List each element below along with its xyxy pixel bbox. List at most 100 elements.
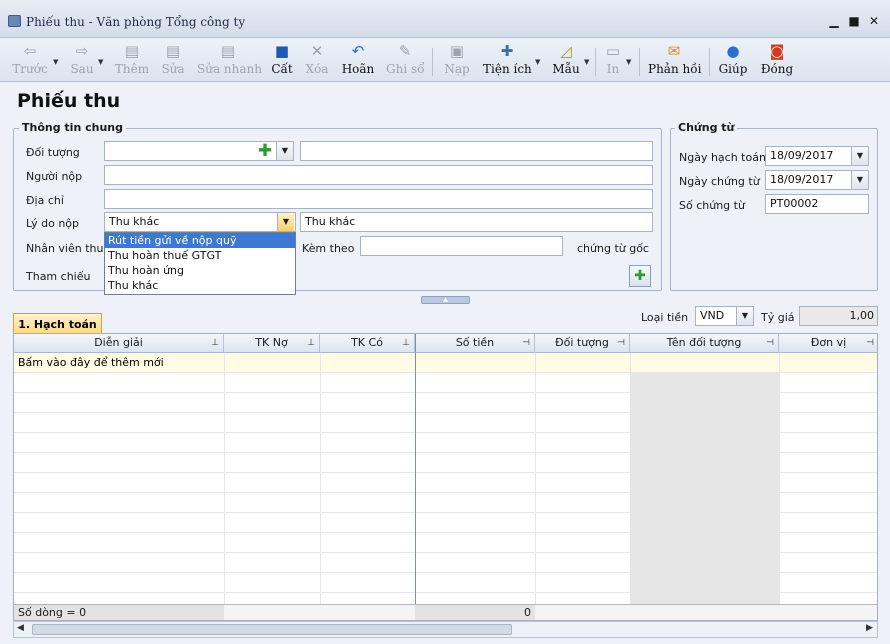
table-row[interactable]: [14, 513, 877, 533]
prev-dropdown-icon[interactable]: ▼: [53, 58, 58, 66]
quick-edit-button[interactable]: ▤ Sửa nhanh: [197, 40, 262, 80]
subject-name-input[interactable]: [300, 141, 653, 161]
print-button[interactable]: ▭ In: [602, 40, 624, 80]
undo-button[interactable]: ↶ Hoãn: [341, 40, 375, 80]
voucher-date-dropdown-button[interactable]: ▼: [851, 171, 868, 189]
print-dropdown-icon[interactable]: ▼: [626, 58, 631, 66]
pin-icon[interactable]: ⊣: [617, 334, 625, 352]
help-icon: ●: [726, 42, 740, 60]
original-docs-label: chứng từ gốc: [577, 242, 649, 255]
add-subject-icon[interactable]: ✚: [256, 142, 274, 160]
reason-dropdown-list: Rút tiền gửi về nộp quỹ Thu hoàn thuế GT…: [104, 232, 296, 295]
voucher-number-label: Số chứng từ: [679, 199, 745, 212]
reason-dropdown-button[interactable]: ▼: [277, 213, 294, 231]
pin-icon[interactable]: ⊥: [211, 334, 219, 352]
template-button[interactable]: ◿ Mẫu: [550, 40, 582, 80]
column-divider: [779, 353, 780, 604]
toolbar: ⇦ Trước ▼ ⇨ Sau ▼ ▤ Thêm ▤ Sửa ▤ Sửa nha…: [0, 38, 890, 82]
maximize-button[interactable]: ■: [846, 13, 862, 29]
pin-icon[interactable]: ⊣: [766, 334, 774, 352]
add-reference-button[interactable]: ✚: [629, 265, 651, 287]
table-row[interactable]: [14, 493, 877, 513]
printer-icon: ▭: [605, 42, 621, 60]
reason-option[interactable]: Thu hoàn ứng: [105, 263, 295, 278]
add-new-row[interactable]: Bấm vào đây để thêm mới: [14, 353, 877, 373]
pin-icon[interactable]: ⊣: [522, 334, 530, 352]
minimize-button[interactable]: ▁: [826, 13, 842, 29]
posting-date-dropdown-button[interactable]: ▼: [851, 147, 868, 165]
address-input[interactable]: [104, 189, 653, 209]
close-button[interactable]: ◙ Đóng: [759, 40, 795, 80]
column-header-unit[interactable]: Đơn vị ⊣: [779, 334, 877, 353]
column-header-credit-account[interactable]: TK Có ⊥: [320, 334, 415, 353]
total-amount-footer: 0: [415, 604, 535, 620]
payer-input[interactable]: [104, 165, 653, 185]
exchange-rate-input[interactable]: 1,00: [799, 306, 878, 326]
table-row[interactable]: [14, 373, 877, 393]
pin-icon[interactable]: ⊣: [866, 334, 874, 352]
table-row[interactable]: [14, 393, 877, 413]
column-header-debit-account[interactable]: TK Nợ ⊥: [224, 334, 320, 353]
table-row[interactable]: [14, 553, 877, 573]
table-row[interactable]: [14, 473, 877, 493]
voucher-number-input[interactable]: PT00002: [765, 194, 869, 214]
prev-button[interactable]: ⇦ Trước: [10, 40, 50, 80]
toolbar-separator: [639, 48, 640, 76]
horizontal-scrollbar[interactable]: ◀ ▶: [13, 621, 878, 638]
close-window-button[interactable]: ✕: [866, 13, 882, 29]
power-icon: ◙: [769, 42, 785, 60]
pin-icon[interactable]: ⊥: [307, 334, 315, 352]
load-button[interactable]: ▣ Nạp: [442, 40, 472, 80]
subject-label: Đối tượng: [26, 146, 80, 159]
quick-edit-icon: ▤: [220, 42, 236, 60]
posting-date-label: Ngày hạch toán: [679, 151, 766, 164]
edit-doc-icon: ▤: [165, 42, 181, 60]
currency-dropdown-button[interactable]: ▼: [736, 307, 753, 325]
column-divider: [630, 353, 631, 604]
add-button[interactable]: ▤ Thêm: [113, 40, 151, 80]
scrollbar-thumb[interactable]: [32, 624, 512, 635]
feedback-button[interactable]: ✉ Phản hồi: [648, 40, 701, 80]
attach-label: Kèm theo: [302, 242, 355, 255]
column-header-amount[interactable]: Số tiền ⊣: [415, 334, 535, 353]
scroll-left-icon[interactable]: ◀: [17, 623, 24, 633]
column-header-description[interactable]: Diễn giải ⊥: [14, 334, 224, 353]
table-row[interactable]: [14, 433, 877, 453]
next-dropdown-icon[interactable]: ▼: [98, 58, 103, 66]
table-row[interactable]: [14, 413, 877, 433]
next-button[interactable]: ⇨ Sau: [64, 40, 100, 80]
new-doc-icon: ▤: [124, 42, 140, 60]
table-row[interactable]: [14, 453, 877, 473]
subject-dropdown-button[interactable]: ▼: [276, 142, 293, 160]
utilities-dropdown-icon[interactable]: ▼: [535, 58, 540, 66]
reason-select[interactable]: Thu khác: [104, 212, 296, 232]
table-row[interactable]: [14, 533, 877, 553]
attach-input[interactable]: [360, 236, 563, 256]
delete-button[interactable]: ✕ Xóa: [302, 40, 332, 80]
tools-icon: ✚: [500, 42, 514, 60]
utilities-button[interactable]: ✚ Tiện ích: [483, 40, 532, 80]
pencil-icon: ✎: [398, 42, 412, 60]
accounting-grid: Diễn giải ⊥ TK Nợ ⊥ TK Có ⊥ Số tiền ⊣ Đối tư…: [13, 333, 878, 621]
footer-cell: [535, 604, 877, 620]
reason-option[interactable]: Rút tiền gửi về nộp quỹ: [105, 233, 295, 248]
post-button[interactable]: ✎ Ghi sổ: [386, 40, 424, 80]
save-button[interactable]: ■ Cất: [268, 40, 296, 80]
column-divider: [320, 353, 321, 604]
help-button[interactable]: ● Giúp: [718, 40, 748, 80]
scroll-right-icon[interactable]: ▶: [866, 623, 873, 633]
template-dropdown-icon[interactable]: ▼: [584, 58, 589, 66]
app-icon: [8, 15, 21, 27]
reason-option[interactable]: Thu khác: [105, 278, 295, 293]
envelope-icon: ✉: [667, 42, 681, 60]
collapse-panel-handle[interactable]: ▲: [421, 296, 470, 304]
table-row[interactable]: [14, 573, 877, 593]
reason-text-input[interactable]: Thu khác: [300, 212, 653, 232]
column-header-subject-name[interactable]: Tên đối tượng ⊣: [630, 334, 779, 353]
edit-button[interactable]: ▤ Sửa: [158, 40, 188, 80]
pin-icon[interactable]: ⊥: [402, 334, 410, 352]
reason-option[interactable]: Thu hoàn thuế GTGT: [105, 248, 295, 263]
tab-accounting[interactable]: 1. Hạch toán: [13, 313, 102, 335]
toolbar-separator: [432, 48, 433, 76]
column-header-subject[interactable]: Đối tượng ⊣: [535, 334, 630, 353]
